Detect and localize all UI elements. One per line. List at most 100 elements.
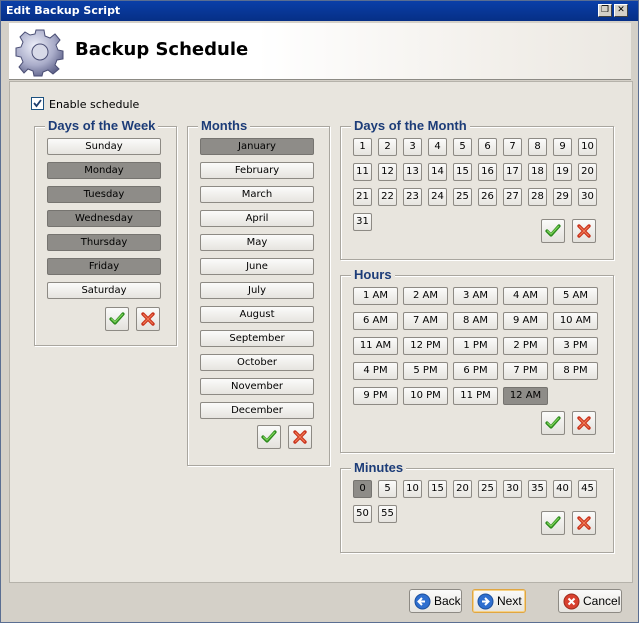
day-of-month-button[interactable]: 30 — [578, 188, 597, 206]
day-of-month-button[interactable]: 13 — [403, 163, 422, 181]
day-of-month-button[interactable]: 5 — [453, 138, 472, 156]
month-button[interactable]: December — [200, 402, 314, 419]
hour-button[interactable]: 11 AM — [353, 337, 398, 355]
minute-button[interactable]: 15 — [428, 480, 447, 498]
day-of-month-button[interactable]: 21 — [353, 188, 372, 206]
minute-button[interactable]: 35 — [528, 480, 547, 498]
days-of-week-clear-button[interactable] — [136, 307, 160, 331]
weekday-button[interactable]: Tuesday — [47, 186, 161, 203]
hour-button[interactable]: 10 PM — [403, 387, 448, 405]
title-bar[interactable]: Edit Backup Script ❐ ✕ — [1, 1, 638, 21]
minutes-clear-button[interactable] — [572, 511, 596, 535]
day-of-month-button[interactable]: 25 — [453, 188, 472, 206]
minute-button[interactable]: 5 — [378, 480, 397, 498]
minute-button[interactable]: 30 — [503, 480, 522, 498]
hour-button[interactable]: 9 PM — [353, 387, 398, 405]
day-of-month-button[interactable]: 8 — [528, 138, 547, 156]
hour-button[interactable]: 4 PM — [353, 362, 398, 380]
day-of-month-button[interactable]: 3 — [403, 138, 422, 156]
minutes-select-all-button[interactable] — [541, 511, 565, 535]
day-of-month-button[interactable]: 17 — [503, 163, 522, 181]
day-of-month-button[interactable]: 2 — [378, 138, 397, 156]
hours-clear-button[interactable] — [572, 411, 596, 435]
close-icon[interactable]: ✕ — [614, 4, 628, 17]
day-of-month-button[interactable]: 9 — [553, 138, 572, 156]
day-of-month-button[interactable]: 7 — [503, 138, 522, 156]
days-of-month-select-all-button[interactable] — [541, 219, 565, 243]
month-button[interactable]: March — [200, 186, 314, 203]
month-button[interactable]: May — [200, 234, 314, 251]
restore-icon[interactable]: ❐ — [598, 4, 612, 17]
hour-button[interactable]: 5 PM — [403, 362, 448, 380]
hour-button[interactable]: 6 PM — [453, 362, 498, 380]
minute-button[interactable]: 45 — [578, 480, 597, 498]
hour-button[interactable]: 8 AM — [453, 312, 498, 330]
month-button[interactable]: September — [200, 330, 314, 347]
day-of-month-button[interactable]: 28 — [528, 188, 547, 206]
day-of-month-button[interactable]: 4 — [428, 138, 447, 156]
hour-button[interactable]: 10 AM — [553, 312, 598, 330]
cancel-button[interactable]: Cancel — [558, 589, 622, 613]
weekday-button[interactable]: Friday — [47, 258, 161, 275]
month-button[interactable]: February — [200, 162, 314, 179]
hour-button[interactable]: 2 AM — [403, 287, 448, 305]
days-of-month-clear-button[interactable] — [572, 219, 596, 243]
day-of-month-button[interactable]: 22 — [378, 188, 397, 206]
hour-button[interactable]: 4 AM — [503, 287, 548, 305]
hour-button[interactable]: 7 AM — [403, 312, 448, 330]
hour-button[interactable]: 7 PM — [503, 362, 548, 380]
month-button[interactable]: April — [200, 210, 314, 227]
month-button[interactable]: January — [200, 138, 314, 155]
minute-button[interactable]: 0 — [353, 480, 372, 498]
day-of-month-button[interactable]: 1 — [353, 138, 372, 156]
month-button[interactable]: August — [200, 306, 314, 323]
day-of-month-button[interactable]: 19 — [553, 163, 572, 181]
day-of-month-button[interactable]: 23 — [403, 188, 422, 206]
day-of-month-button[interactable]: 18 — [528, 163, 547, 181]
weekday-button[interactable]: Monday — [47, 162, 161, 179]
hours-select-all-button[interactable] — [541, 411, 565, 435]
day-of-month-button[interactable]: 26 — [478, 188, 497, 206]
minute-button[interactable]: 25 — [478, 480, 497, 498]
hour-button[interactable]: 1 AM — [353, 287, 398, 305]
hour-button[interactable]: 2 PM — [503, 337, 548, 355]
day-of-month-button[interactable]: 29 — [553, 188, 572, 206]
day-of-month-button[interactable]: 27 — [503, 188, 522, 206]
hour-button[interactable]: 12 PM — [403, 337, 448, 355]
minute-button[interactable]: 55 — [378, 505, 397, 523]
hour-button[interactable]: 11 PM — [453, 387, 498, 405]
hour-button[interactable]: 8 PM — [553, 362, 598, 380]
day-of-month-button[interactable]: 20 — [578, 163, 597, 181]
back-button[interactable]: Back — [409, 589, 462, 613]
month-button[interactable]: July — [200, 282, 314, 299]
day-of-month-button[interactable]: 16 — [478, 163, 497, 181]
days-of-week-select-all-button[interactable] — [105, 307, 129, 331]
day-of-month-button[interactable]: 11 — [353, 163, 372, 181]
month-button[interactable]: October — [200, 354, 314, 371]
day-of-month-button[interactable]: 14 — [428, 163, 447, 181]
day-of-month-button[interactable]: 6 — [478, 138, 497, 156]
minute-button[interactable]: 10 — [403, 480, 422, 498]
day-of-month-button[interactable]: 15 — [453, 163, 472, 181]
hour-button[interactable]: 5 AM — [553, 287, 598, 305]
day-of-month-button[interactable]: 31 — [353, 213, 372, 231]
weekday-button[interactable]: Thursday — [47, 234, 161, 251]
enable-schedule-checkbox[interactable] — [31, 97, 44, 110]
hour-button[interactable]: 9 AM — [503, 312, 548, 330]
minute-button[interactable]: 20 — [453, 480, 472, 498]
day-of-month-button[interactable]: 10 — [578, 138, 597, 156]
months-select-all-button[interactable] — [257, 425, 281, 449]
month-button[interactable]: June — [200, 258, 314, 275]
day-of-month-button[interactable]: 12 — [378, 163, 397, 181]
months-clear-button[interactable] — [288, 425, 312, 449]
next-button[interactable]: Next — [472, 589, 526, 613]
hour-button[interactable]: 3 AM — [453, 287, 498, 305]
weekday-button[interactable]: Wednesday — [47, 210, 161, 227]
day-of-month-button[interactable]: 24 — [428, 188, 447, 206]
minute-button[interactable]: 50 — [353, 505, 372, 523]
hour-button[interactable]: 12 AM — [503, 387, 548, 405]
hour-button[interactable]: 3 PM — [553, 337, 598, 355]
weekday-button[interactable]: Sunday — [47, 138, 161, 155]
hour-button[interactable]: 1 PM — [453, 337, 498, 355]
month-button[interactable]: November — [200, 378, 314, 395]
